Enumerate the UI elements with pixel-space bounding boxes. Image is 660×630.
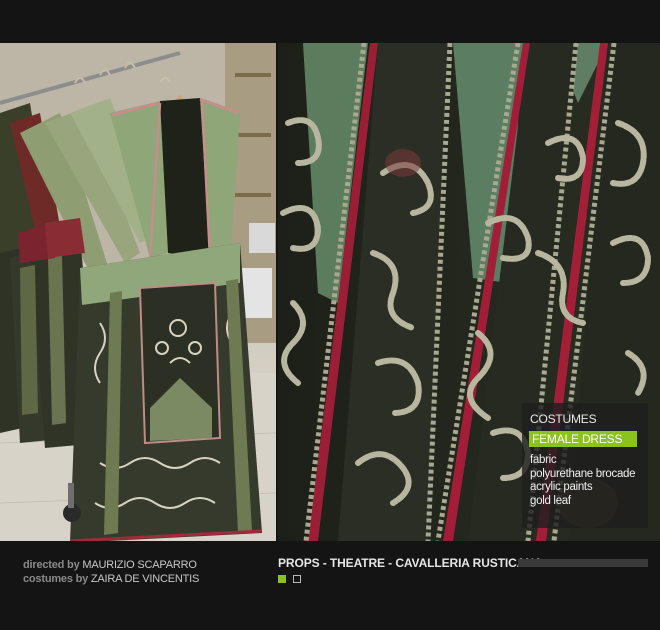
material-item: gold leaf <box>530 494 571 507</box>
caption-box: COSTUMES FEMALE DRESS fabric polyurethan… <box>522 403 648 528</box>
project-title: PROPS - THEATRE - CAVALLERIA RUSTICANA <box>278 556 543 570</box>
caption-section: COSTUMES <box>530 412 597 426</box>
costume-rack-photo <box>0 43 276 541</box>
material-item: acrylic paints <box>530 481 593 493</box>
material-item: polyurethane brocade <box>530 467 636 480</box>
costume-designer-name: ZAIRA DE VINCENTIS <box>90 573 200 585</box>
materials-list: fabric polyurethane brocade acrylic pain… <box>530 454 636 508</box>
footer: directed by MAURIZIO SCAPARRO costumes b… <box>0 541 660 630</box>
credits: directed by MAURIZIO SCAPARRO costumes b… <box>23 558 199 586</box>
director-name: MAURIZIO SCAPARRO <box>82 559 197 571</box>
director-credit: directed by MAURIZIO SCAPARRO <box>23 558 199 572</box>
costume-credit: costumes by ZAIRA DE VINCENTIS <box>23 572 199 586</box>
costumes-label: costumes by <box>23 573 89 585</box>
page-2-button[interactable] <box>293 575 301 583</box>
top-band <box>0 0 660 43</box>
directed-label: directed by <box>23 559 80 571</box>
caption-badge: FEMALE DRESS <box>529 431 637 447</box>
page-1-button[interactable] <box>278 575 286 583</box>
material-item: fabric <box>530 454 557 466</box>
title-underline-bar <box>518 559 648 567</box>
